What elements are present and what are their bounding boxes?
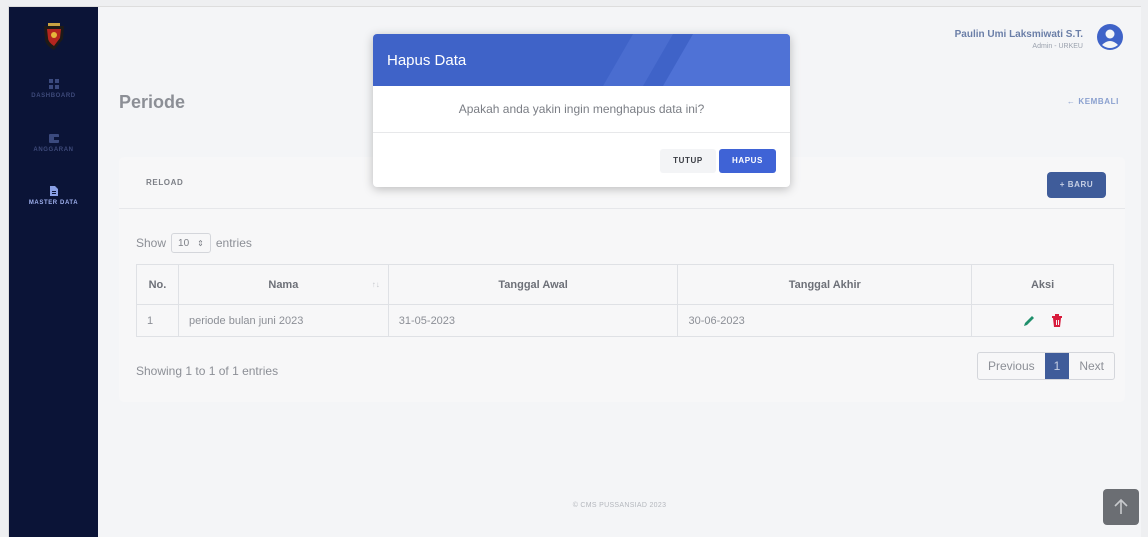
column-header-no[interactable]: No. xyxy=(136,264,179,305)
pagination-page-current[interactable]: 1 xyxy=(1044,353,1070,379)
scroll-to-top-button[interactable] xyxy=(1103,489,1139,525)
arrow-up-icon xyxy=(1114,498,1128,514)
cell-aksi xyxy=(971,304,1114,337)
cell-tanggal-awal: 31-05-2023 xyxy=(387,304,679,337)
data-card: RELOAD + BARU Show 10 ⇕ entries No. Nama… xyxy=(119,157,1125,402)
column-header-aksi: Aksi xyxy=(971,264,1114,305)
table-row: 1 periode bulan juni 2023 31-05-2023 30-… xyxy=(136,304,1114,337)
sidebar-item-dashboard[interactable]: DASHBOARD xyxy=(9,79,98,99)
modal-footer: TUTUP HAPUS xyxy=(373,133,790,187)
sidebar-item-anggaran[interactable]: ANGGARAN xyxy=(9,133,98,153)
sidebar-item-label: MASTER DATA xyxy=(28,200,79,206)
confirm-delete-button[interactable]: HAPUS xyxy=(719,149,776,173)
pagination-previous[interactable]: Previous xyxy=(978,353,1045,379)
delete-confirm-modal: Hapus Data Apakah anda yakin ingin mengh… xyxy=(373,34,790,187)
select-arrows-icon: ⇕ xyxy=(197,238,204,248)
column-header-tanggal-awal[interactable]: Tanggal Awal xyxy=(387,264,679,305)
user-role: Admin - URKEU xyxy=(1032,43,1083,50)
sidebar-item-master-data[interactable]: MASTER DATA xyxy=(9,186,98,206)
sidebar: DASHBOARD ANGGARAN MASTER DATA xyxy=(9,7,98,537)
pagination-next[interactable]: Next xyxy=(1069,353,1114,379)
table-header-row: No. Nama ↑↓ Tanggal Awal Tanggal Akhir Ak… xyxy=(136,264,1114,305)
page-title: Periode xyxy=(119,92,186,112)
show-label: Show xyxy=(136,236,167,250)
close-button[interactable]: TUTUP xyxy=(660,149,716,173)
periode-table: No. Nama ↑↓ Tanggal Awal Tanggal Akhir Ak… xyxy=(136,264,1114,337)
sidebar-item-label: DASHBOARD xyxy=(31,93,76,99)
sidebar-item-label: ANGGARAN xyxy=(33,147,74,153)
showing-info: Showing 1 to 1 of 1 entries xyxy=(136,364,279,378)
sort-icon: ↑↓ xyxy=(371,280,380,289)
delete-trash-icon[interactable] xyxy=(1051,314,1063,327)
grid-icon xyxy=(48,79,59,89)
column-header-nama[interactable]: Nama ↑↓ xyxy=(177,264,389,305)
user-info[interactable]: Paulin Umi Laksmiwati S.T. Admin - URKEU xyxy=(955,29,1083,50)
modal-message: Apakah anda yakin ingin menghapus data i… xyxy=(373,86,790,133)
cell-nama: periode bulan juni 2023 xyxy=(177,304,389,337)
back-link[interactable]: ← KEMBALI xyxy=(1067,97,1119,106)
page-size-control: Show 10 ⇕ entries xyxy=(136,233,252,253)
wallet-icon xyxy=(48,134,59,143)
page-size-value: 10 xyxy=(178,237,190,249)
modal-header: Hapus Data xyxy=(373,34,790,86)
document-icon xyxy=(49,186,58,196)
cell-no: 1 xyxy=(136,304,179,337)
user-avatar-icon[interactable] xyxy=(1097,24,1123,50)
page-size-select[interactable]: 10 ⇕ xyxy=(171,233,211,253)
entries-label: entries xyxy=(215,236,252,250)
reload-button[interactable]: RELOAD xyxy=(146,178,183,187)
footer-copyright: © CMS PUSSANSIAD 2023 xyxy=(572,502,667,509)
column-header-tanggal-akhir[interactable]: Tanggal Akhir xyxy=(677,264,973,305)
pagination: Previous 1 Next xyxy=(976,352,1115,380)
modal-title: Hapus Data xyxy=(387,52,467,69)
edit-pencil-icon[interactable] xyxy=(1022,314,1036,328)
cell-tanggal-akhir: 30-06-2023 xyxy=(677,304,973,337)
police-logo[interactable] xyxy=(42,23,66,51)
add-new-button[interactable]: + BARU xyxy=(1047,172,1106,198)
user-name: Paulin Umi Laksmiwati S.T. xyxy=(954,29,1083,40)
app-window: DASHBOARD ANGGARAN MASTER DATA Paulin Um… xyxy=(8,6,1141,537)
